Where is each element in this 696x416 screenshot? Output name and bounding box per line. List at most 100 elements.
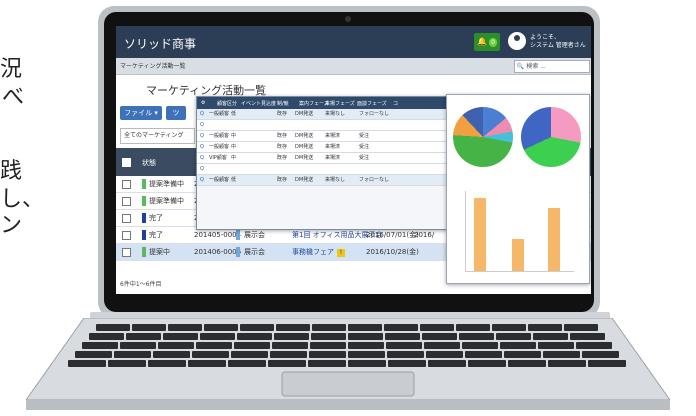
background-text: べ <box>2 86 24 110</box>
filter-select[interactable]: 全てのマーケティング <box>120 128 195 144</box>
keyboard-key <box>309 351 346 358</box>
keyboard-key <box>237 333 272 340</box>
gear-icon[interactable]: ⚙ <box>201 100 205 106</box>
overlay-cell: 低 <box>231 177 237 183</box>
row-checkbox[interactable] <box>122 231 131 240</box>
keyboard-key <box>388 360 426 367</box>
overlay-column-header[interactable]: コ <box>393 100 398 107</box>
header-status[interactable]: 状態 <box>142 158 156 168</box>
keyboard-key <box>75 351 112 358</box>
overlay-cell: DM発送 <box>295 177 314 183</box>
status-color-bar <box>142 179 146 189</box>
search-icon[interactable]: Q <box>200 164 204 174</box>
keyboard-key <box>68 360 106 367</box>
bg-char-1: 況 <box>0 57 23 82</box>
overlay-row[interactable]: Q 一般顧客中 既存 DM発送 来場済 受注 <box>197 131 449 142</box>
keyboard-key <box>348 333 383 340</box>
overlay-column-header[interactable]: 来場フェーズ <box>325 100 355 107</box>
tools-button[interactable]: ツ <box>166 106 186 120</box>
status-color-bar <box>142 230 146 240</box>
keyboard-key <box>528 324 562 331</box>
overlay-cell: 来場済 <box>325 133 341 139</box>
select-all-checkbox[interactable] <box>122 158 131 167</box>
overlay-row[interactable]: Q 一般顧客中 既存 DM発送 来場済 受注 <box>197 142 449 153</box>
search-icon[interactable]: Q <box>200 153 204 163</box>
keyboard-key <box>240 324 274 331</box>
row-checkbox[interactable] <box>122 214 131 223</box>
overlay-column-header[interactable]: 制/競 <box>277 100 289 107</box>
keyboard-key <box>89 333 124 340</box>
overlay-cell: 中 <box>231 133 237 139</box>
bg-char-2: べ <box>2 85 25 110</box>
keyboard-key <box>132 324 166 331</box>
overlay-cell: 来場済 <box>325 144 341 150</box>
keyboard-key <box>462 342 498 349</box>
overlay-column-header[interactable]: 顧客区分 <box>217 100 237 107</box>
keyboard-key <box>348 342 384 349</box>
status-color-bar <box>142 196 146 206</box>
keyboard-key <box>148 360 186 367</box>
warning-icon: ! <box>337 249 345 257</box>
row-checkbox[interactable] <box>122 197 131 206</box>
search-placeholder: 検索 ... <box>526 63 546 70</box>
activity-name-link[interactable]: 事務機フェア! <box>292 244 345 260</box>
search-input[interactable]: 🔍 検索 ... <box>514 60 590 73</box>
file-menu-button[interactable]: ファイル ▾ <box>120 106 162 120</box>
keyboard-key <box>459 333 494 340</box>
search-icon[interactable]: Q <box>200 175 204 185</box>
overlay-cell: 来場なし <box>325 177 346 183</box>
overlay-column-header[interactable]: 面談フェーズ <box>357 100 387 107</box>
overlay-cell: 既存 <box>277 133 288 139</box>
keyboard-key <box>276 324 310 331</box>
keyboard-key <box>588 360 626 367</box>
keyboard-key <box>492 324 526 331</box>
keyboard-key <box>188 360 226 367</box>
keyboard-key <box>272 342 308 349</box>
overlay-cell: 既存 <box>277 111 288 117</box>
user-avatar-icon[interactable] <box>508 32 526 50</box>
notification-button[interactable]: 🔔 0 <box>474 33 500 51</box>
overlay-cell: 一般顧客 <box>209 177 230 183</box>
overlay-cell: DM発送 <box>295 144 314 150</box>
overlay-cell: 一般顧客 <box>209 111 230 117</box>
overlay-row[interactable]: Q 一般顧客低 既存 DM発送 来場なし フォローなし <box>197 109 449 120</box>
keyboard-key <box>465 351 502 358</box>
breadcrumb[interactable]: マーケティング活動一覧 <box>120 61 186 70</box>
keyboard-key <box>153 351 190 358</box>
keyboard-key <box>428 360 466 367</box>
overlay-row[interactable]: Q <box>197 120 449 131</box>
overlay-row[interactable]: Q 一般顧客低 既存 DM発送 来場なし フォローなし <box>197 175 449 186</box>
row-checkbox[interactable] <box>122 180 131 189</box>
keyboard-key <box>508 360 546 367</box>
brand-name[interactable]: ソリッド商事 <box>124 35 196 52</box>
keyboard-key <box>310 342 346 349</box>
bell-icon: 🔔 <box>477 37 488 46</box>
user-menu[interactable]: ようこそ、 システム 管理者さん <box>530 34 586 50</box>
overlay-row[interactable]: Q <box>197 164 449 175</box>
overlay-cell: DM発送 <box>295 111 314 117</box>
bg-char-3: 践 <box>0 159 23 184</box>
overlay-cell: 受注 <box>359 133 370 139</box>
bg-char-5: ン <box>0 213 23 238</box>
overlay-column-header[interactable]: イベント見込度 <box>241 100 276 107</box>
search-icon[interactable]: Q <box>200 131 204 141</box>
keyboard-key <box>228 360 266 367</box>
search-icon[interactable]: Q <box>200 120 204 130</box>
keyboard-key <box>192 351 229 358</box>
overlay-cell: 来場済 <box>325 155 341 161</box>
overlay-row[interactable]: Q VIP顧客中 既存 DM発送 来場済 受注 <box>197 153 449 164</box>
keyboard-key <box>311 333 346 340</box>
row-checkbox[interactable] <box>122 248 131 257</box>
notification-count: 0 <box>489 38 497 47</box>
pie-chart-2 <box>521 107 581 167</box>
keyboard-key <box>468 360 506 367</box>
keyboard-key <box>348 324 382 331</box>
overlay-cell: 一般顧客 <box>209 144 230 150</box>
keyboard-key <box>570 333 605 340</box>
keyboard-key <box>168 324 202 331</box>
search-icon[interactable]: Q <box>200 109 204 119</box>
search-icon[interactable]: Q <box>200 142 204 152</box>
laptop-base <box>26 318 670 410</box>
overlay-grid-header: 顧客区分 イベント見込度 制/競 案内フェーズ 来場フェーズ 面談フェーズコ ⚙ <box>197 97 449 109</box>
keyboard-key <box>108 360 146 367</box>
